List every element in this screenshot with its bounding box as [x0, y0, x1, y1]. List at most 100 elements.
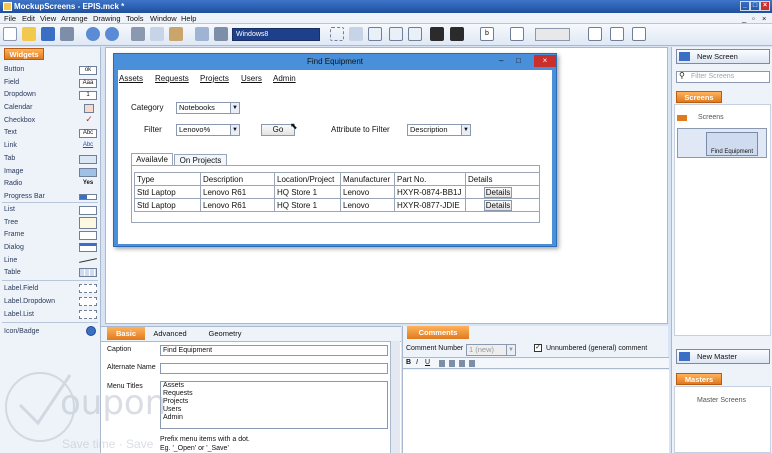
unnumbered-checkbox[interactable]: ✓: [534, 344, 542, 352]
underline-icon[interactable]: U: [425, 359, 430, 366]
undo-icon[interactable]: [86, 27, 100, 41]
dialog-widget-icon[interactable]: [79, 243, 97, 252]
label-list-widget-icon[interactable]: [79, 310, 97, 319]
widget-label-field[interactable]: Label.Field: [4, 285, 38, 292]
details-button[interactable]: Details: [484, 186, 512, 198]
menu-drawing[interactable]: Drawing: [93, 14, 121, 23]
tab-basic[interactable]: Basic: [107, 327, 145, 340]
close-button[interactable]: ×: [760, 1, 770, 11]
widget-list[interactable]: List: [4, 206, 15, 213]
widget-image[interactable]: Image: [4, 168, 23, 175]
mdi-close-icon[interactable]: ×: [762, 14, 766, 23]
font-size-icon[interactable]: [510, 27, 524, 41]
table-row[interactable]: Std Laptop Lenovo R61 HQ Store 1 Lenovo …: [134, 198, 540, 212]
comment-icon[interactable]: [195, 27, 209, 41]
dialog-menu-users[interactable]: Users: [241, 74, 262, 83]
image-widget-icon[interactable]: [79, 168, 97, 177]
widget-checkbox[interactable]: Checkbox: [4, 117, 35, 124]
filter-select[interactable]: Lenovo% ▼: [176, 124, 240, 136]
dialog-menu-assets[interactable]: Assets: [119, 74, 143, 83]
frame-widget-icon[interactable]: [79, 231, 97, 240]
cut-icon[interactable]: [131, 27, 145, 41]
attribute-select[interactable]: Description ▼: [407, 124, 471, 136]
details-button[interactable]: Details: [484, 199, 512, 211]
tree-widget-icon[interactable]: [79, 217, 97, 229]
menu-help[interactable]: Help: [181, 14, 196, 23]
widget-dialog[interactable]: Dialog: [4, 244, 24, 251]
widget-label-list[interactable]: Label.List: [4, 311, 34, 318]
masters-tab[interactable]: Masters: [676, 373, 722, 385]
open-folder-icon[interactable]: [22, 27, 36, 41]
label-field-widget-icon[interactable]: [79, 284, 97, 293]
strike-icon[interactable]: [632, 27, 646, 41]
properties-scrollbar[interactable]: [390, 341, 400, 453]
tab-comments[interactable]: Comments: [407, 326, 469, 339]
checkbox-widget-icon[interactable]: ✓: [84, 115, 94, 125]
new-master-button[interactable]: New Master: [676, 349, 770, 364]
dialog-menu-admin[interactable]: Admin: [273, 74, 296, 83]
tab-advanced[interactable]: Advanced: [151, 327, 189, 340]
dialog-menu-requests[interactable]: Requests: [155, 74, 189, 83]
widget-button[interactable]: Button: [4, 66, 24, 73]
comment-editor[interactable]: [403, 370, 669, 453]
calendar-widget-icon[interactable]: [84, 104, 94, 113]
new-screen-button[interactable]: New Screen: [676, 49, 770, 64]
align-icon[interactable]: [430, 27, 444, 41]
add-badge-icon[interactable]: [86, 326, 96, 336]
widgets-tab[interactable]: Widgets: [4, 48, 44, 60]
widget-dropdown[interactable]: Dropdown: [4, 91, 36, 98]
mdi-restore-icon[interactable]: ▫: [752, 14, 755, 23]
menu-window[interactable]: Window: [150, 14, 177, 23]
theme-select[interactable]: Windows8: [232, 28, 320, 41]
dialog-menu-projects[interactable]: Projects: [200, 74, 229, 83]
redo-icon[interactable]: [105, 27, 119, 41]
tab-widget-icon[interactable]: [79, 155, 97, 164]
save-icon[interactable]: [41, 27, 55, 41]
widget-text[interactable]: Text: [4, 129, 17, 136]
link-widget-icon[interactable]: Abc: [79, 142, 97, 151]
table-widget-icon[interactable]: [79, 268, 97, 277]
menu-tools[interactable]: Tools: [126, 14, 144, 23]
progress-widget-icon[interactable]: [79, 194, 97, 200]
bold-icon[interactable]: B: [406, 359, 411, 366]
screenshot-icon[interactable]: [214, 27, 228, 41]
screens-tab[interactable]: Screens: [676, 91, 722, 103]
tab-geometry[interactable]: Geometry: [205, 327, 245, 340]
field-widget-icon[interactable]: Aaa: [79, 79, 97, 88]
layout-split-icon[interactable]: [408, 27, 422, 41]
bold-icon[interactable]: b: [480, 27, 494, 41]
mdi-minimize-icon[interactable]: _: [742, 14, 746, 23]
screen-thumbnail[interactable]: Find Equipment: [677, 128, 767, 158]
alignment-icons[interactable]: [439, 360, 479, 367]
text-widget-icon[interactable]: Abc: [79, 129, 97, 138]
menu-view[interactable]: View: [40, 14, 56, 23]
underline-icon[interactable]: [610, 27, 624, 41]
widget-radio[interactable]: Radio: [4, 180, 22, 187]
menu-edit[interactable]: Edit: [22, 14, 35, 23]
table-row[interactable]: Std Laptop Lenovo R61 HQ Store 1 Lenovo …: [134, 185, 540, 199]
dialog-minimize-icon[interactable]: –: [499, 56, 503, 65]
line-widget-icon[interactable]: [79, 258, 97, 263]
widget-table[interactable]: Table: [4, 269, 21, 276]
copy-icon[interactable]: [150, 27, 164, 41]
list-widget-icon[interactable]: [79, 206, 97, 215]
caption-input[interactable]: Find Equipment: [160, 345, 388, 356]
widget-label-dropdown[interactable]: Label.Dropdown: [4, 298, 55, 305]
size-select[interactable]: [535, 28, 570, 41]
minimize-button[interactable]: _: [740, 1, 750, 11]
screens-root-label[interactable]: Screens: [698, 114, 724, 121]
print-icon[interactable]: [60, 27, 74, 41]
radio-widget-icon[interactable]: Yes: [79, 180, 97, 189]
widget-tree[interactable]: Tree: [4, 219, 18, 226]
menu-file[interactable]: File: [4, 14, 16, 23]
filter-screens-input[interactable]: Filter Screens: [676, 71, 770, 83]
alternate-name-input[interactable]: [160, 363, 388, 374]
widget-icon-badge[interactable]: Icon/Badge: [4, 328, 39, 335]
widget-progress-bar[interactable]: Progress Bar: [4, 193, 45, 200]
widget-link[interactable]: Link: [4, 142, 17, 149]
maximize-button[interactable]: □: [750, 1, 760, 11]
category-select[interactable]: Notebooks ▼: [176, 102, 240, 114]
new-file-icon[interactable]: [3, 27, 17, 41]
mockup-dialog[interactable]: Find Equipment – □ × Assets Requests Pro…: [113, 53, 557, 247]
italic-icon[interactable]: I: [416, 359, 418, 366]
